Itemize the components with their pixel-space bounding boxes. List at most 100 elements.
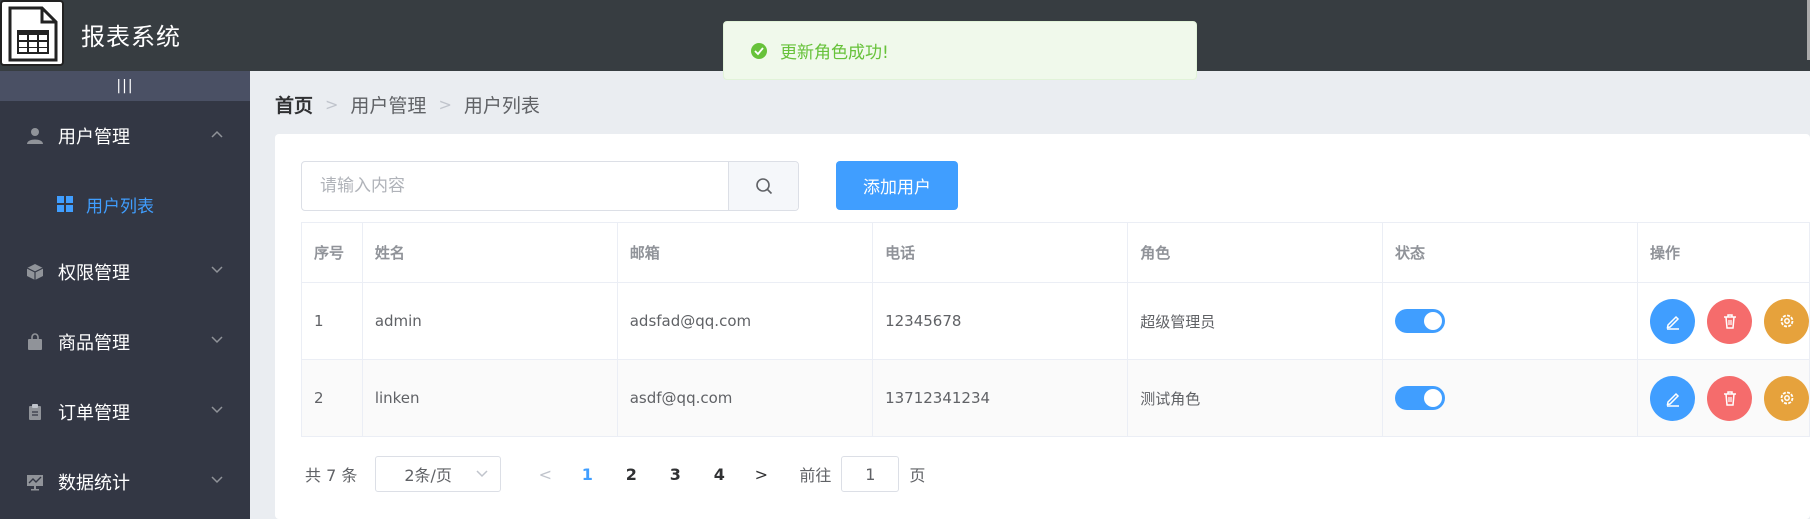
goto-page-input[interactable] — [841, 456, 900, 492]
search-input[interactable] — [302, 162, 728, 210]
cell-actions — [1637, 282, 1810, 360]
table-header-row: 序号 姓名 邮箱 电话 角色 状态 操作 — [301, 222, 1810, 283]
sidebar-collapse-toggle[interactable]: ||| — [0, 71, 250, 101]
cell-name: linken — [361, 359, 618, 437]
box-icon — [26, 264, 44, 280]
column-header-name: 姓名 — [361, 222, 618, 283]
toast-message: 更新角色成功! — [780, 43, 889, 63]
chevron-down-icon — [476, 470, 488, 478]
column-header-phone: 电话 — [872, 222, 1129, 283]
page-size-select[interactable]: 2条/页 — [375, 456, 502, 492]
page-size-value: 2条/页 — [404, 466, 452, 485]
edit-icon — [1666, 392, 1679, 407]
sidebar-subitem-user-list[interactable]: 用户列表 — [0, 171, 250, 237]
cell-phone: 13712341234 — [872, 359, 1129, 437]
user-icon — [27, 128, 43, 144]
bag-icon — [28, 333, 42, 350]
breadcrumb-level2: 用户列表 — [463, 95, 540, 117]
app-logo — [0, 0, 64, 66]
page-number-4[interactable]: 4 — [697, 465, 741, 484]
status-toggle[interactable] — [1395, 309, 1446, 333]
page-number-2[interactable]: 2 — [609, 465, 653, 484]
table-row: 1 admin adsfad@qq.com 12345678 超级管理员 — [301, 282, 1810, 360]
chevron-down-icon — [211, 266, 223, 274]
sidebar-menu-label: 权限管理 — [58, 263, 130, 284]
edit-button[interactable] — [1650, 375, 1695, 421]
cell-index: 2 — [301, 359, 363, 437]
grid-icon — [57, 196, 73, 212]
clipboard-icon — [29, 404, 41, 420]
breadcrumb-home[interactable]: 首页 — [275, 91, 313, 118]
table-row: 2 linken asdf@qq.com 13712341234 测试角色 — [301, 359, 1810, 437]
column-header-email: 邮箱 — [616, 222, 874, 283]
cell-name: admin — [361, 282, 618, 360]
cell-actions — [1637, 359, 1810, 437]
page-number-3[interactable]: 3 — [653, 465, 697, 484]
column-header-actions: 操作 — [1637, 222, 1810, 283]
sidebar-menu-data-statistics[interactable]: 数据统计 — [0, 447, 250, 517]
search-box — [301, 161, 799, 211]
sidebar-menu-product-management[interactable]: 商品管理 — [0, 307, 250, 377]
sidebar-menu-user-management[interactable]: 用户管理 — [0, 101, 250, 171]
breadcrumb-separator-icon: > — [438, 95, 452, 114]
breadcrumb-separator-icon: > — [325, 95, 339, 114]
chevron-down-icon — [211, 476, 223, 484]
main-content: 首页 > 用户管理 > 用户列表 添加用户 序号 姓名 邮箱 电话 角色 — [250, 71, 1810, 519]
goto-prefix: 前往 — [799, 466, 832, 485]
chevron-down-icon — [211, 336, 223, 344]
goto-suffix: 页 — [909, 466, 926, 485]
cell-role: 测试角色 — [1127, 359, 1384, 437]
sidebar-subitem-label: 用户列表 — [86, 196, 154, 217]
column-header-status: 状态 — [1382, 222, 1638, 283]
chevron-up-icon — [211, 130, 223, 138]
delete-button[interactable] — [1707, 375, 1752, 421]
sidebar-menu-label: 订单管理 — [58, 403, 130, 424]
goto-page: 前往 页 — [799, 456, 925, 492]
breadcrumb: 首页 > 用户管理 > 用户列表 — [275, 91, 540, 118]
sidebar-menu-order-management[interactable]: 订单管理 — [0, 377, 250, 447]
sidebar-menu-label: 商品管理 — [58, 333, 130, 354]
user-list-card: 添加用户 序号 姓名 邮箱 电话 角色 状态 操作 1 admin adsfad… — [275, 134, 1810, 519]
column-header-index: 序号 — [301, 222, 363, 283]
user-table: 序号 姓名 邮箱 电话 角色 状态 操作 1 admin adsfad@qq.c… — [301, 222, 1810, 437]
add-user-button[interactable]: 添加用户 — [836, 161, 958, 210]
trash-icon — [1723, 314, 1736, 329]
column-header-role: 角色 — [1127, 222, 1384, 283]
chart-icon — [27, 475, 43, 491]
edit-button[interactable] — [1650, 298, 1695, 344]
sidebar-menu-permission-management[interactable]: 权限管理 — [0, 237, 250, 307]
pagination: 共 7 条 2条/页 < 1 2 3 4 > 前往 页 — [305, 456, 925, 492]
cell-email: asdf@qq.com — [616, 359, 874, 437]
cell-role: 超级管理员 — [1127, 282, 1384, 360]
page-number-1[interactable]: 1 — [565, 465, 609, 484]
spreadsheet-icon — [8, 6, 58, 62]
breadcrumb-level1: 用户管理 — [350, 95, 427, 117]
sidebar-menu-label: 数据统计 — [58, 473, 130, 494]
toggle-knob — [1424, 389, 1443, 407]
check-circle-icon — [751, 42, 767, 59]
app-title: 报表系统 — [81, 23, 181, 51]
sidebar-menu-label: 用户管理 — [58, 127, 130, 148]
cell-status — [1382, 359, 1638, 437]
edit-icon — [1666, 315, 1679, 330]
prev-page-button[interactable]: < — [525, 465, 565, 484]
gear-icon — [1780, 314, 1793, 328]
next-page-button[interactable]: > — [741, 465, 781, 484]
chevron-down-icon — [211, 406, 223, 414]
cell-index: 1 — [301, 282, 363, 360]
search-button[interactable] — [728, 162, 798, 210]
success-toast: 更新角色成功! — [723, 21, 1197, 80]
delete-button[interactable] — [1707, 298, 1752, 344]
trash-icon — [1723, 391, 1736, 406]
pagination-total: 共 7 条 — [305, 466, 358, 485]
cell-status — [1382, 282, 1638, 360]
sidebar: ||| 用户管理 用户列表 权限管理 商品管理 订单管理 数据统计 — [0, 71, 250, 519]
toggle-knob — [1424, 312, 1443, 330]
status-toggle[interactable] — [1395, 386, 1446, 410]
cell-phone: 12345678 — [872, 282, 1129, 360]
search-icon — [755, 178, 772, 195]
assign-role-button[interactable] — [1764, 375, 1809, 421]
cell-email: adsfad@qq.com — [616, 282, 874, 360]
assign-role-button[interactable] — [1764, 298, 1809, 344]
gear-icon — [1780, 391, 1793, 405]
